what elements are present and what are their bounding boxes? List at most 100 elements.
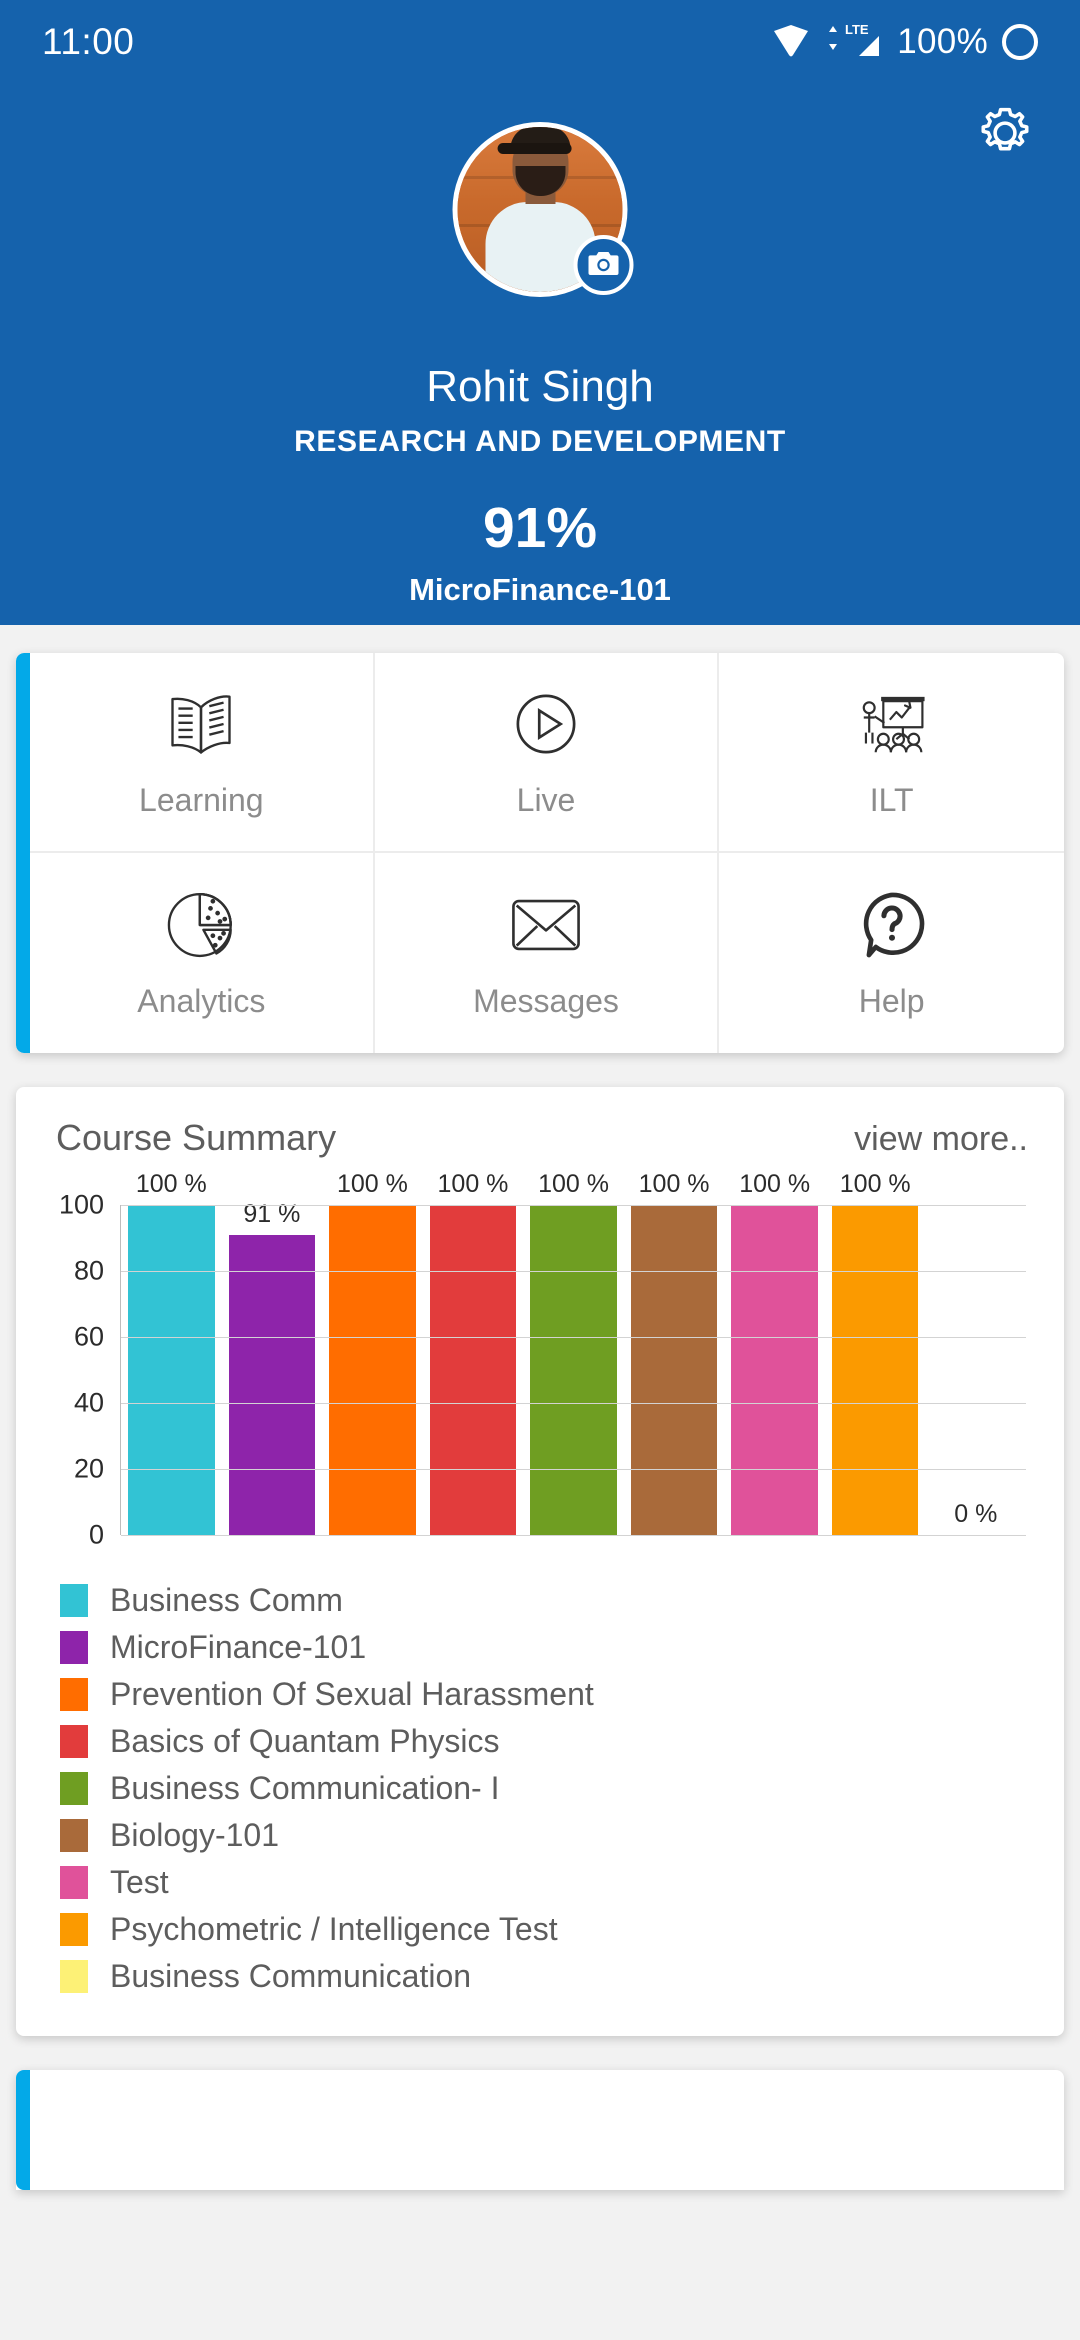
legend-item[interactable]: Business Comm [60,1577,1038,1624]
gridline [121,1337,1026,1338]
bar[interactable] [630,1205,718,1535]
lte-signal-icon: LTE [825,20,883,65]
legend-color-swatch [60,1631,88,1664]
bar-value-label: 100 % [437,1170,509,1198]
page-title: Course Summary [56,1117,337,1158]
view-more-link[interactable]: view more.. [854,1120,1028,1159]
bar-slot[interactable]: 100 % [121,1170,222,1535]
bar[interactable] [228,1234,316,1535]
svg-text:LTE: LTE [845,22,869,37]
bar[interactable] [731,1205,818,1535]
bar-slot[interactable]: 0 % [926,1205,1027,1535]
user-name: Rohit Singh [426,362,654,411]
bar-slot[interactable]: 100 % [322,1170,423,1535]
change-photo-button[interactable] [573,235,634,295]
settings-button[interactable] [972,100,1038,166]
bar-value-label: 0 % [954,1500,998,1528]
gear-icon [972,107,1038,170]
bar-value-label: 100 % [336,1170,408,1198]
menu-item-help[interactable]: Help [719,853,1064,1053]
battery-ring-icon [1002,24,1038,60]
menu-item-live[interactable]: Live [374,653,720,853]
question-bubble-icon [854,887,930,963]
battery-percent-label: 100% [897,22,988,61]
legend-label: Business Communication [110,1958,472,1994]
next-card [16,2070,1064,2190]
bar[interactable] [831,1205,919,1535]
legend-item[interactable]: Prevention Of Sexual Harassment [60,1671,1038,1718]
legend-color-swatch [60,1913,88,1946]
legend-label: Biology-101 [110,1817,279,1853]
wifi-icon [771,21,811,64]
menu-item-messages[interactable]: Messages [375,853,720,1053]
legend-label: Business Communication- I [110,1770,500,1806]
course-summary-card: Course Summary view more.. 0 20 40 60 80 100 … [16,1087,1064,2036]
y-axis-tick: 40 [73,1387,104,1418]
menu-item-ilt[interactable]: ILT [719,653,1064,853]
status-bar: 11:00 LTE 100% [0,0,1080,84]
legend-label: MicroFinance-101 [110,1629,367,1665]
pie-chart-icon [163,887,239,963]
bar-value-label: 100 % [135,1170,207,1198]
legend-color-swatch [60,1678,88,1711]
instructor-led-training-icon [854,686,930,762]
play-circle-icon [508,686,584,762]
legend-color-swatch [60,1866,88,1899]
menu-item-analytics[interactable]: Analytics [30,853,375,1053]
gridline [121,1535,1026,1536]
gridline [121,1403,1026,1404]
bar-value-label: 100 % [538,1170,609,1198]
legend-color-swatch [60,1819,88,1852]
status-bar-clock: 11:00 [42,21,135,62]
bar-slot[interactable]: 100 % [423,1170,524,1535]
legend-item[interactable]: Business Communication [60,1953,1038,2000]
card-accent-bar [16,653,30,1053]
menu-item-learning[interactable]: Learning [30,653,375,853]
bar-slot[interactable]: 91 % [222,1200,323,1535]
menu-item-label: Analytics [137,982,266,1019]
menu-item-label: Live [516,781,576,818]
y-axis-tick: 20 [73,1453,104,1484]
bar-slot[interactable]: 100 % [523,1170,624,1535]
legend-item[interactable]: MicroFinance-101 [60,1624,1038,1671]
legend-color-swatch [60,1772,88,1805]
menu-item-label: Learning [139,781,264,818]
y-axis-labels: 0 20 40 60 80 100 [42,1190,116,1550]
legend-label: Business Comm [110,1582,343,1618]
avatar[interactable] [452,122,634,297]
legend-item[interactable]: Basics of Quantam Physics [60,1718,1038,1765]
bar[interactable] [329,1205,416,1535]
plot-area: 100 % 91 % 100 % 100 % 100 % 100 % 100 % 100 % 0… [120,1170,1027,1536]
progress-percent: 91% [482,496,598,560]
gridline [121,1469,1026,1470]
bar-slot[interactable]: 100 % [825,1170,926,1535]
bar[interactable] [429,1205,517,1535]
course-summary-header: Course Summary view more.. [42,1117,1038,1159]
bar[interactable] [128,1205,215,1535]
bar-slot[interactable]: 100 % [624,1170,725,1535]
bar-slot[interactable]: 100 % [724,1170,825,1535]
legend-item[interactable]: Biology-101 [60,1812,1038,1859]
legend-color-swatch [60,1584,88,1617]
legend-item[interactable]: Psychometric / Intelligence Test [60,1906,1038,1953]
content-scroll[interactable]: Learning Live ILT Analytics Messages Hel… [0,653,1080,2190]
chart-legend: Business Comm MicroFinance-101 Prevention … [60,1577,1038,2000]
legend-item[interactable]: Test [60,1859,1038,1906]
bar[interactable] [530,1205,617,1535]
gridline [121,1205,1026,1206]
bar-value-label: 100 % [638,1170,710,1198]
legend-item[interactable]: Business Communication- I [60,1765,1038,1812]
legend-label: Basics of Quantam Physics [110,1723,500,1759]
card-accent-bar [16,2070,30,2190]
bar-value-label: 100 % [839,1170,911,1198]
legend-color-swatch [60,1960,88,1993]
envelope-icon [508,887,584,963]
open-book-icon [163,686,239,762]
menu-item-label: ILT [869,781,914,818]
profile-header: 11:00 LTE 100% Rohit Singh RESEARCH AND … [0,0,1080,625]
current-course-name: MicroFinance-101 [409,572,671,607]
y-axis-tick: 60 [73,1321,104,1352]
camera-icon [587,248,621,283]
legend-label: Prevention Of Sexual Harassment [110,1676,594,1712]
quick-menu-grid: Learning Live ILT Analytics Messages Hel… [30,653,1064,1053]
